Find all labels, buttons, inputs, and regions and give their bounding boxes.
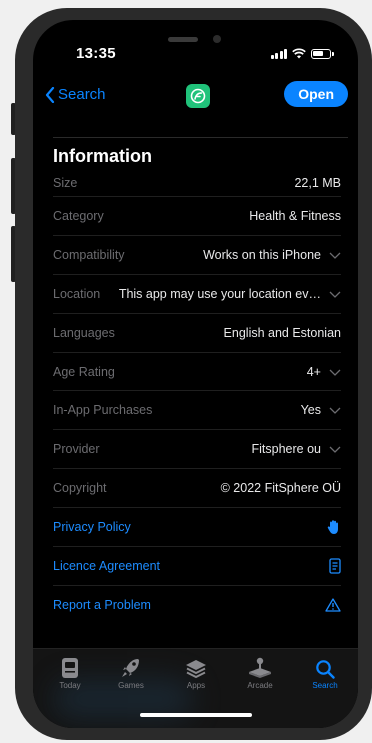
app-icon xyxy=(186,84,210,108)
navigation-bar: Search Open xyxy=(33,80,358,114)
info-label: In-App Purchases xyxy=(53,403,153,418)
wifi-icon xyxy=(292,48,306,59)
information-list: Size 22,1 MB Category Health & Fitness C… xyxy=(53,170,341,625)
link-label: Report a Problem xyxy=(53,598,151,613)
info-row-age-rating[interactable]: Age Rating 4+ xyxy=(53,353,341,392)
info-row-category: Category Health & Fitness xyxy=(53,197,341,236)
status-icons xyxy=(270,48,334,59)
hand-icon xyxy=(327,520,338,535)
apps-stack-icon xyxy=(186,660,206,679)
warning-icon xyxy=(325,598,341,612)
status-time: 13:35 xyxy=(76,45,116,62)
report-problem-link[interactable]: Report a Problem xyxy=(53,586,341,625)
chevron-down-icon[interactable] xyxy=(329,249,341,261)
info-value: This app may use your location ev… xyxy=(118,286,321,301)
info-value: Works on this iPhone xyxy=(203,247,321,262)
info-label: Age Rating xyxy=(53,364,115,379)
content-divider xyxy=(53,137,348,138)
info-value: © 2022 FitSphere OÜ xyxy=(220,481,341,496)
tab-label: Today xyxy=(59,681,81,690)
leaf-logo-icon xyxy=(190,88,206,104)
info-value: 22,1 MB xyxy=(294,176,341,190)
link-label: Privacy Policy xyxy=(53,520,131,535)
document-icon xyxy=(329,558,341,574)
privacy-policy-link[interactable]: Privacy Policy xyxy=(53,508,341,548)
info-label: Languages xyxy=(53,325,115,340)
front-camera xyxy=(213,35,221,43)
tab-search[interactable]: Search xyxy=(295,653,355,690)
chevron-down-icon[interactable] xyxy=(329,443,341,455)
info-row-in-app-purchases[interactable]: In-App Purchases Yes xyxy=(53,391,341,431)
info-value: Health & Fitness xyxy=(249,208,341,223)
tab-arcade[interactable]: Arcade xyxy=(230,653,290,690)
cellular-signal-icon xyxy=(270,48,287,59)
info-value: 4+ xyxy=(306,364,321,379)
today-icon xyxy=(62,658,78,678)
info-label: Copyright xyxy=(53,481,107,496)
battery-tip xyxy=(332,51,334,56)
info-row-location[interactable]: Location This app may use your location … xyxy=(53,275,341,314)
rocket-icon xyxy=(122,659,139,677)
chevron-down-icon[interactable] xyxy=(329,404,341,416)
info-label: Location xyxy=(53,286,101,301)
tab-label: Search xyxy=(312,681,338,690)
info-row-compatibility[interactable]: Compatibility Works on this iPhone xyxy=(53,236,341,275)
tab-games[interactable]: Games xyxy=(101,653,161,690)
home-indicator[interactable] xyxy=(140,713,252,717)
info-row-size: Size 22,1 MB xyxy=(53,170,341,197)
notch xyxy=(113,20,263,58)
info-label: Provider xyxy=(53,442,100,457)
info-value: English and Estonian xyxy=(223,325,341,340)
info-label: Category xyxy=(53,208,104,223)
joystick-icon xyxy=(249,657,271,678)
info-label: Size xyxy=(53,176,78,190)
info-value: Fitsphere ou xyxy=(251,442,321,457)
open-button[interactable]: Open xyxy=(284,81,348,107)
chevron-left-icon xyxy=(45,86,55,103)
search-icon xyxy=(316,660,335,679)
info-value: Yes xyxy=(300,403,321,418)
licence-agreement-link[interactable]: Licence Agreement xyxy=(53,547,341,586)
tab-label: Games xyxy=(118,681,144,690)
info-row-languages: Languages English and Estonian xyxy=(53,314,341,353)
tab-today[interactable]: Today xyxy=(40,653,100,690)
chevron-down-icon[interactable] xyxy=(329,288,341,300)
tab-label: Arcade xyxy=(247,681,273,690)
link-label: Licence Agreement xyxy=(53,558,161,573)
screen: 13:35 Search Open Information Size 22,1 … xyxy=(33,20,358,728)
back-label: Search xyxy=(58,86,106,103)
tab-label: Apps xyxy=(186,681,206,690)
back-button[interactable]: Search xyxy=(45,86,106,103)
battery-icon xyxy=(311,48,331,59)
section-title: Information xyxy=(53,146,152,166)
info-label: Compatibility xyxy=(53,247,125,262)
speaker-grille xyxy=(168,37,198,42)
chevron-down-icon[interactable] xyxy=(329,366,341,378)
info-row-copyright: Copyright © 2022 FitSphere OÜ xyxy=(53,469,341,509)
info-row-provider[interactable]: Provider Fitsphere ou xyxy=(53,430,341,470)
tab-apps[interactable]: Apps xyxy=(166,653,226,690)
